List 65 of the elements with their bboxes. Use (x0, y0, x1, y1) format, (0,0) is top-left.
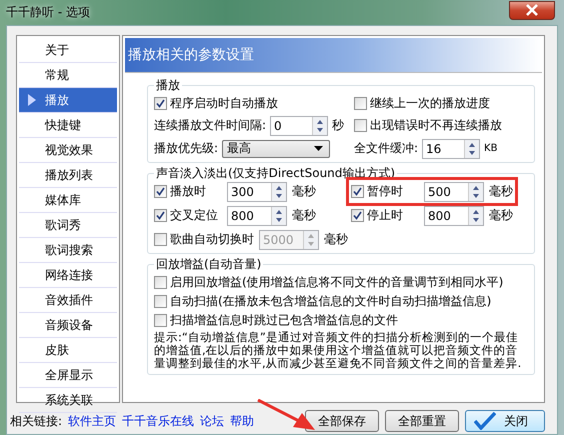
checkbox[interactable]: 交叉定位 (154, 206, 222, 224)
sidebar-item[interactable]: 全屏显示 (19, 363, 117, 388)
checkmark-icon (353, 211, 362, 220)
checkmark-icon (156, 211, 165, 220)
link[interactable]: 帮助 (230, 412, 254, 430)
sidebar-item[interactable]: 网络连接 (19, 263, 117, 288)
sidebar-item[interactable]: 音效插件 (19, 288, 117, 313)
spin-field[interactable]: 800 (424, 206, 484, 226)
links-label: 相关链接: (10, 412, 62, 430)
checkbox[interactable]: 停止时 (351, 206, 419, 224)
link[interactable]: 论坛 (200, 412, 224, 430)
unit-label: 毫秒 (489, 207, 513, 224)
sidebar-item[interactable]: 歌词搜索 (19, 238, 117, 263)
sidebar-item[interactable]: 播放 (19, 88, 117, 113)
unit-label: 毫秒 (292, 207, 316, 224)
priority-dropdown[interactable]: 最高 (222, 140, 330, 158)
close-button[interactable]: 关闭 (465, 410, 545, 432)
window-title: 千千静听 - 选项 (6, 4, 90, 20)
field-label: 播放优先级: (154, 140, 218, 157)
close-icon (525, 4, 539, 16)
spin-field[interactable]: 300 (227, 182, 287, 202)
sidebar-item[interactable]: 快捷键 (19, 113, 117, 138)
unit-label: 秒 (332, 117, 344, 134)
sidebar-item[interactable]: 视觉效果 (19, 138, 117, 163)
spin-field[interactable]: 16 (422, 138, 480, 158)
checkmark-icon (474, 412, 496, 430)
checkmark-icon (353, 187, 362, 196)
sidebar-item[interactable]: 系统关联 (19, 388, 117, 413)
group-title: 回放增益(自动音量) (155, 256, 262, 273)
spin-field[interactable]: 0 (270, 116, 328, 136)
checkbox[interactable]: 暂停时 (351, 182, 419, 200)
sidebar-item[interactable]: 歌词秀 (19, 213, 117, 238)
unit-label: KB (484, 143, 498, 154)
unit-label: 毫秒 (489, 183, 513, 200)
hint-text: 提示:“自动增益信息”是通过对音频文件的扫描分析检测到的一个最佳的增益值,在以后的播放中如果使用这个增益值就可以把音频文件的音量调整到最佳的水平,从而减少甚至避免不同音频文件之间的音量差异. (154, 330, 522, 370)
panel-header: 播放相关的参数设置 (125, 38, 542, 73)
checkbox[interactable]: 程序启动时自动播放 (154, 94, 354, 112)
close-button[interactable] (509, 0, 555, 20)
group-title: 播放 (155, 77, 181, 94)
spin-field[interactable]: 500 (424, 182, 484, 202)
sidebar-item[interactable]: 皮肤 (19, 338, 117, 363)
field-label: 连续播放文件时间隔: (154, 117, 266, 134)
checkbox[interactable]: 扫描增益信息时跳过已包含增益信息的文件 (154, 311, 528, 330)
checkmark-icon (156, 98, 165, 108)
checkmark-icon (156, 187, 165, 196)
sidebar-item[interactable]: 关于 (19, 38, 117, 63)
link[interactable]: 软件主页 (68, 412, 116, 430)
sidebar-item[interactable]: 音频设备 (19, 313, 117, 338)
action-button[interactable]: 全部保存 (305, 410, 379, 432)
sidebar-item[interactable]: 播放列表 (19, 163, 117, 188)
checkbox[interactable]: 播放时 (154, 182, 222, 200)
checkbox[interactable]: 自动扫描(在播放未包含增益信息的文件时自动扫描增益信息) (154, 292, 528, 311)
sidebar-item[interactable]: 媒体库 (19, 188, 117, 213)
field-label: 全文件缓冲: (354, 140, 418, 157)
dropdown-arrow-icon (314, 146, 324, 151)
spin-field[interactable]: 800 (227, 206, 287, 226)
checkbox[interactable]: 启用回放增益(使用增益信息将不同文件的音量调节到相同水平) (154, 273, 528, 292)
checkbox[interactable]: 继续上一次的播放进度 (354, 94, 528, 112)
unit-label: 毫秒 (292, 183, 316, 200)
arrow-annotation (257, 399, 317, 431)
action-button[interactable]: 全部重置 (385, 410, 459, 432)
checkbox[interactable]: 出现错误时不再连续播放 (354, 116, 528, 134)
unit-label: 毫秒 (324, 231, 348, 248)
link[interactable]: 千千音乐在线 (122, 412, 194, 430)
triangle-icon (28, 94, 36, 106)
